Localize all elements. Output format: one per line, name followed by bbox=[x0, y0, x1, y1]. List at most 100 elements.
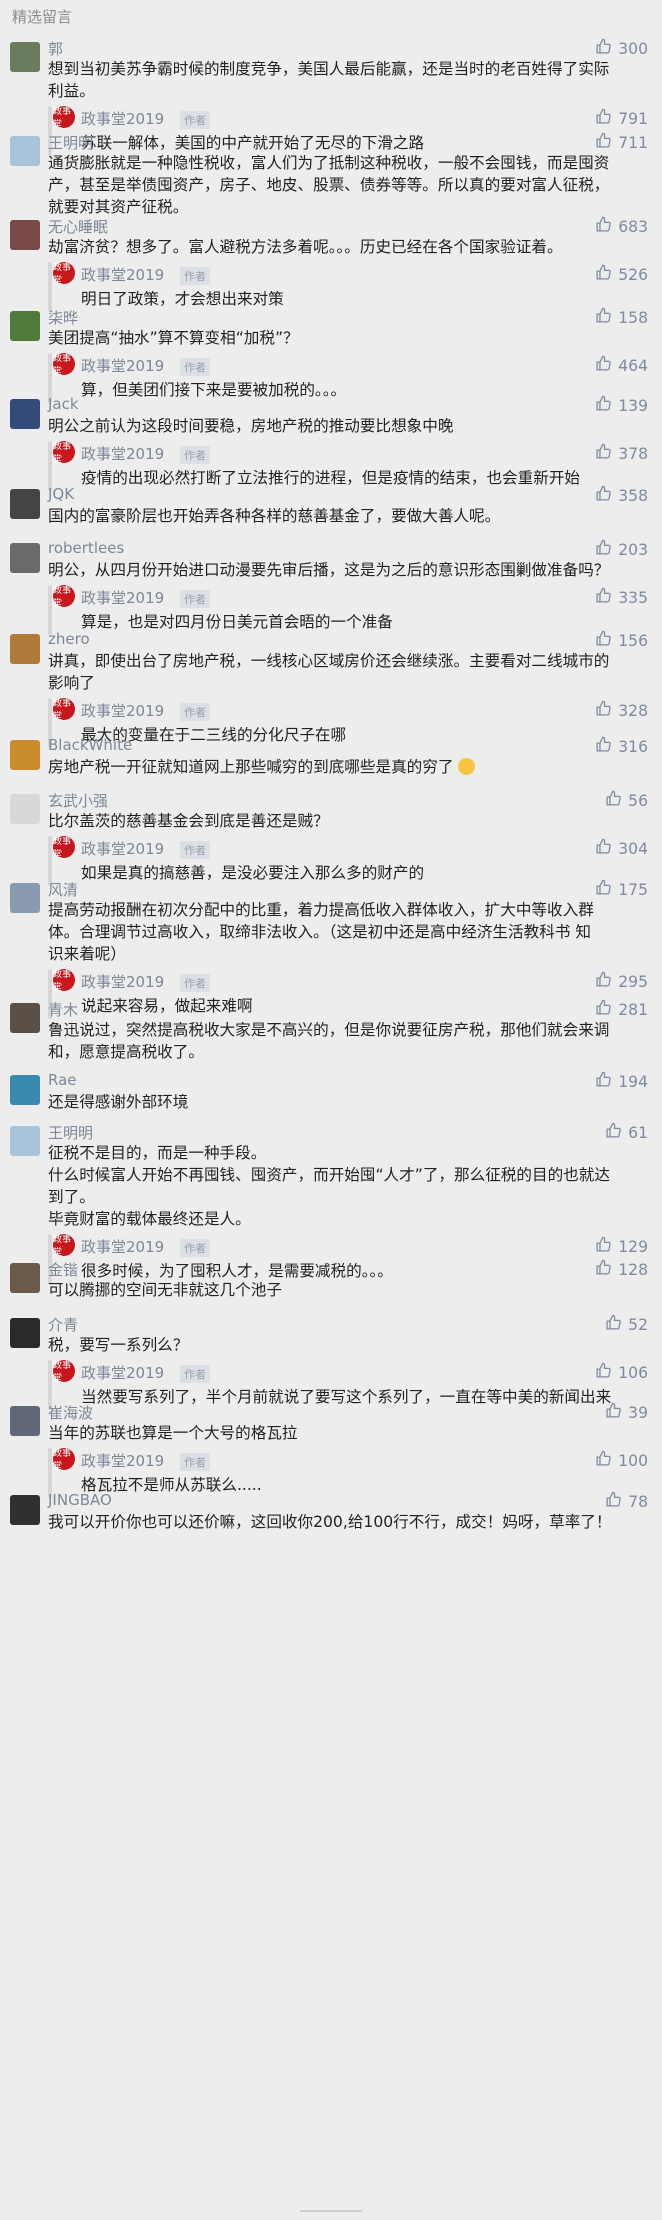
commenter-name[interactable]: 介青 bbox=[48, 1314, 78, 1335]
reply-like-button[interactable]: 304 bbox=[595, 838, 648, 859]
reply-author-name[interactable]: 政事堂2019 bbox=[81, 971, 164, 992]
comment-text-line: 利益。 bbox=[48, 82, 95, 100]
commenter-name[interactable]: JINGBAO bbox=[48, 1491, 112, 1509]
comment-item: zhero 156 讲真，即使出台了房地产税，一线核心区域房价还会继续涨。主要看对二… bbox=[0, 630, 662, 748]
avatar[interactable] bbox=[10, 1263, 40, 1293]
like-button[interactable]: 56 bbox=[605, 790, 648, 811]
like-button[interactable]: 128 bbox=[595, 1259, 648, 1280]
avatar[interactable] bbox=[10, 42, 40, 72]
author-avatar[interactable]: 政事堂 bbox=[53, 1448, 75, 1472]
commenter-name[interactable]: 风清 bbox=[48, 879, 78, 900]
reply-like-button[interactable]: 295 bbox=[595, 971, 648, 992]
commenter-name[interactable]: 王明明 bbox=[48, 1122, 93, 1143]
like-button[interactable]: 203 bbox=[595, 539, 648, 560]
comment-item: 金锴 128 可以腾挪的空间无非就这几个池子 bbox=[0, 1259, 662, 1299]
reply-author-name[interactable]: 政事堂2019 bbox=[81, 1450, 164, 1471]
commenter-name[interactable]: BlackWhite bbox=[48, 736, 132, 754]
author-avatar[interactable]: 政事堂 bbox=[53, 585, 75, 609]
reply-like-button[interactable]: 129 bbox=[595, 1236, 648, 1257]
avatar[interactable] bbox=[10, 1126, 40, 1156]
avatar[interactable] bbox=[10, 489, 40, 519]
reply-like-button[interactable]: 791 bbox=[595, 108, 648, 129]
like-button[interactable]: 175 bbox=[595, 879, 648, 900]
author-avatar[interactable]: 政事堂 bbox=[53, 969, 75, 993]
avatar[interactable] bbox=[10, 1003, 40, 1033]
avatar[interactable] bbox=[10, 1406, 40, 1436]
reply-author-name[interactable]: 政事堂2019 bbox=[81, 355, 164, 376]
avatar[interactable] bbox=[10, 1495, 40, 1525]
author-avatar[interactable]: 政事堂 bbox=[53, 441, 75, 465]
author-avatar[interactable]: 政事堂 bbox=[53, 353, 75, 377]
commenter-name[interactable]: JQK bbox=[48, 485, 74, 503]
reply-author-name[interactable]: 政事堂2019 bbox=[81, 264, 164, 285]
thumbs-up-icon bbox=[595, 630, 612, 651]
like-button[interactable]: 683 bbox=[595, 216, 648, 237]
commenter-name[interactable]: zhero bbox=[48, 630, 90, 648]
like-button[interactable]: 158 bbox=[595, 307, 648, 328]
commenter-name[interactable]: Jack bbox=[48, 395, 79, 413]
reply-like-button[interactable]: 526 bbox=[595, 264, 648, 285]
like-button[interactable]: 156 bbox=[595, 630, 648, 651]
avatar[interactable] bbox=[10, 1318, 40, 1348]
like-button[interactable]: 316 bbox=[595, 736, 648, 757]
avatar[interactable] bbox=[10, 740, 40, 770]
avatar[interactable] bbox=[10, 311, 40, 341]
reply-like-button[interactable]: 100 bbox=[595, 1450, 648, 1471]
avatar[interactable] bbox=[10, 634, 40, 664]
reply-author-name[interactable]: 政事堂2019 bbox=[81, 1236, 164, 1257]
commenter-name[interactable]: 柒晔 bbox=[48, 307, 78, 328]
author-avatar[interactable]: 政事堂 bbox=[53, 698, 75, 722]
avatar[interactable] bbox=[10, 136, 40, 166]
commenter-name[interactable]: 玄武小强 bbox=[48, 790, 108, 811]
avatar-image bbox=[10, 543, 40, 573]
author-avatar[interactable]: 政事堂 bbox=[53, 1234, 75, 1258]
commenter-name[interactable]: 青木 bbox=[48, 999, 78, 1020]
like-button[interactable]: 139 bbox=[595, 395, 648, 416]
author-avatar[interactable]: 政事堂 bbox=[53, 1360, 75, 1384]
like-button[interactable]: 358 bbox=[595, 485, 648, 506]
reply-author-name[interactable]: 政事堂2019 bbox=[81, 108, 164, 129]
commenter-name[interactable]: robertlees bbox=[48, 539, 124, 557]
commenter-name[interactable]: 崔海波 bbox=[48, 1402, 93, 1423]
like-button[interactable]: 194 bbox=[595, 1071, 648, 1092]
avatar-image bbox=[10, 1495, 40, 1525]
like-button[interactable]: 61 bbox=[605, 1122, 648, 1143]
thumbs-up-icon bbox=[595, 587, 612, 608]
thumbs-up-icon bbox=[595, 443, 612, 464]
commenter-name[interactable]: Rae bbox=[48, 1071, 77, 1089]
reply-author-name[interactable]: 政事堂2019 bbox=[81, 700, 164, 721]
commenter-name[interactable]: 金锴 bbox=[48, 1259, 78, 1280]
reply-like-button[interactable]: 335 bbox=[595, 587, 648, 608]
comment-text-line: 可以腾挪的空间无非就这几个池子 bbox=[48, 1281, 282, 1299]
like-button[interactable]: 52 bbox=[605, 1314, 648, 1335]
commenter-name[interactable]: 王明明 bbox=[48, 132, 93, 153]
like-button[interactable]: 281 bbox=[595, 999, 648, 1020]
reply-author-name[interactable]: 政事堂2019 bbox=[81, 587, 164, 608]
like-button[interactable]: 78 bbox=[605, 1491, 648, 1512]
comment-text-line: 鲁迅说过，突然提高税收大家是不高兴的，但是你说要征房产税，那他们就会来调 bbox=[48, 1021, 610, 1039]
reply-indicator bbox=[48, 585, 52, 635]
avatar[interactable] bbox=[10, 1075, 40, 1105]
avatar[interactable] bbox=[10, 883, 40, 913]
avatar[interactable] bbox=[10, 794, 40, 824]
like-button[interactable]: 39 bbox=[605, 1402, 648, 1423]
avatar[interactable] bbox=[10, 399, 40, 429]
reply-like-button[interactable]: 464 bbox=[595, 355, 648, 376]
reply-like-button[interactable]: 106 bbox=[595, 1362, 648, 1383]
like-button[interactable]: 711 bbox=[595, 132, 648, 153]
commenter-name[interactable]: 郭 bbox=[48, 38, 63, 59]
reply-author-name[interactable]: 政事堂2019 bbox=[81, 1362, 164, 1383]
comment-item: 王明明 61 征税不是目的，而是一种手段。 什么时候富人开始不再囤钱、囤资产，而开始囤… bbox=[0, 1122, 662, 1284]
reply-author-name[interactable]: 政事堂2019 bbox=[81, 838, 164, 859]
comment-text-line: 体。合理调节过高收入，取缔非法收入。（这是初中还是高中经济生活教科书 知 bbox=[48, 923, 591, 941]
like-button[interactable]: 300 bbox=[595, 38, 648, 59]
commenter-name[interactable]: 无心睡眠 bbox=[48, 216, 108, 237]
author-avatar[interactable]: 政事堂 bbox=[53, 836, 75, 860]
reply-like-button[interactable]: 378 bbox=[595, 443, 648, 464]
avatar[interactable] bbox=[10, 220, 40, 250]
author-avatar[interactable]: 政事堂 bbox=[53, 262, 75, 286]
author-avatar[interactable]: 政事堂 bbox=[53, 106, 75, 130]
avatar[interactable] bbox=[10, 543, 40, 573]
reply-author-name[interactable]: 政事堂2019 bbox=[81, 443, 164, 464]
reply-like-button[interactable]: 328 bbox=[595, 700, 648, 721]
